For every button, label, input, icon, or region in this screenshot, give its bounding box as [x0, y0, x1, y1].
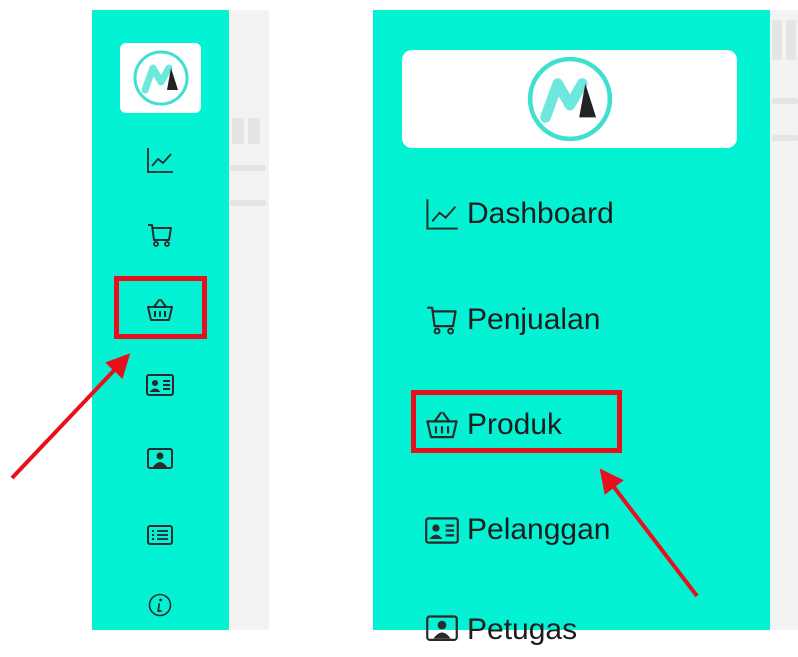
nav-penjualan-icon-button[interactable]: [140, 220, 180, 250]
highlight-box-expanded: [411, 390, 622, 453]
list-icon: [147, 525, 173, 545]
nav-list-icon-button[interactable]: [140, 520, 180, 550]
sidebar-item-label: Dashboard: [467, 197, 614, 230]
cart-icon: [148, 224, 172, 247]
sidebar-item-petugas[interactable]: Petugas: [425, 610, 577, 650]
highlight-box-collapsed: [114, 276, 207, 339]
id-card-icon: [146, 374, 174, 396]
nav-pelanggan-icon-button[interactable]: [140, 370, 180, 400]
nav-dashboard-icon-button[interactable]: [140, 145, 180, 175]
id-card-icon: [425, 516, 459, 544]
chart-line-icon: [426, 199, 458, 230]
logo[interactable]: [120, 43, 201, 113]
sidebar-item-penjualan[interactable]: Penjualan: [425, 300, 600, 340]
person-screen-icon: [426, 615, 458, 641]
expanded-sidebar: Dashboard Penjualan Produk Pelanggan Pet…: [373, 10, 770, 645]
nav-petugas-icon-button[interactable]: [140, 445, 180, 475]
sidebar-item-pelanggan[interactable]: Pelanggan: [425, 510, 610, 550]
info-icon: [148, 593, 172, 617]
sidebar-item-label: Penjualan: [467, 303, 601, 336]
cart-icon: [427, 306, 457, 335]
sidebar-item-dashboard[interactable]: Dashboard: [425, 194, 614, 234]
sidebar-item-label: Pelanggan: [467, 513, 611, 546]
person-screen-icon: [147, 448, 173, 469]
nav-info-icon-button[interactable]: [140, 590, 180, 620]
logo[interactable]: [402, 50, 737, 148]
logo-icon: [527, 56, 612, 142]
sidebar-item-label: Petugas: [467, 613, 578, 646]
chart-line-icon: [147, 148, 173, 173]
logo-icon: [133, 50, 188, 106]
